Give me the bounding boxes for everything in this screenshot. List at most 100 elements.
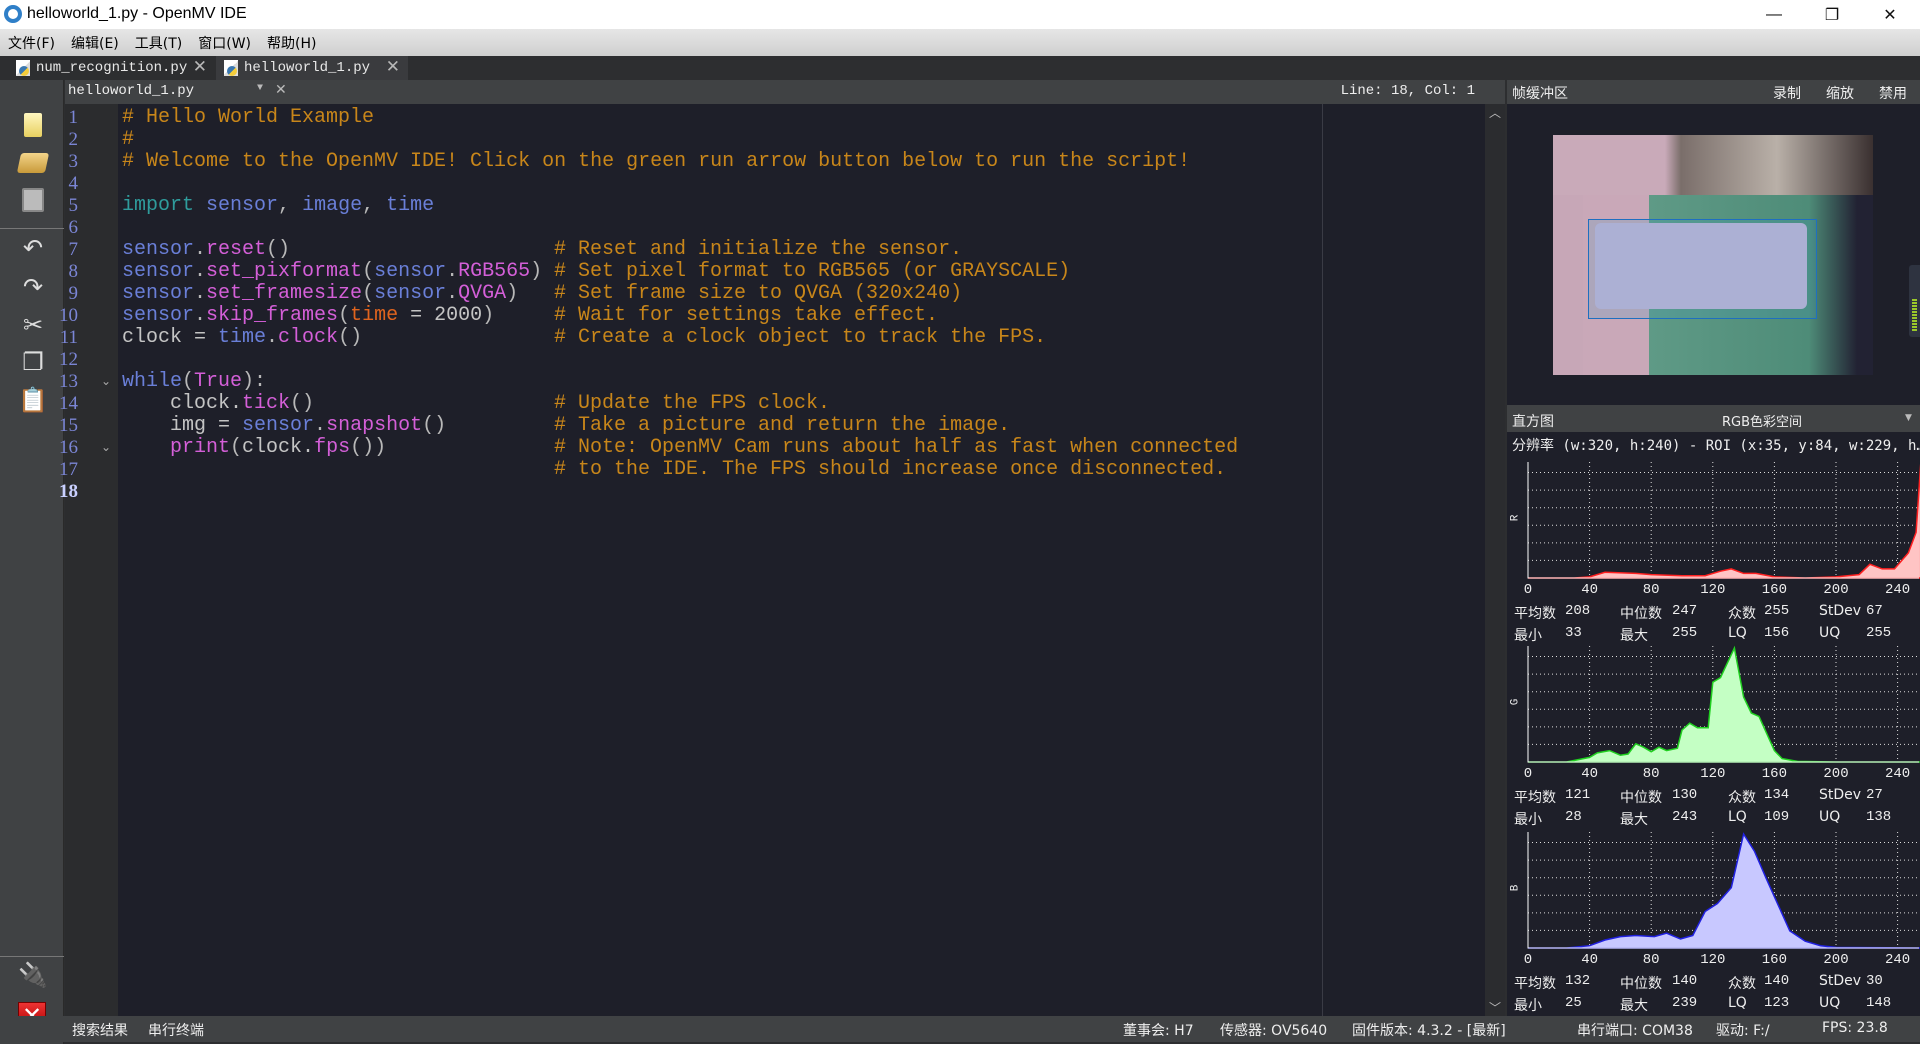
stat-value-stdev: 67 xyxy=(1866,603,1883,619)
new-file-icon[interactable] xyxy=(18,110,48,140)
paste-icon[interactable]: 📋 xyxy=(18,385,48,415)
stat-label-mean: 平均数 xyxy=(1514,790,1556,806)
fold-chevron-icon[interactable]: ⌄ xyxy=(101,440,111,454)
toolbar-divider xyxy=(0,956,64,957)
menu-window[interactable]: 窗口(W) xyxy=(198,33,251,53)
menu-tools[interactable]: 工具(T) xyxy=(135,33,182,53)
code-token: ( xyxy=(362,282,375,305)
open-folder-icon[interactable] xyxy=(16,148,50,178)
serial-terminal-tab[interactable]: 串行终端 xyxy=(148,1020,204,1040)
colorspace-select[interactable]: RGB色彩空间 xyxy=(1722,411,1802,430)
edge-guide-line xyxy=(1322,104,1323,1016)
code-token: fps xyxy=(314,436,351,459)
copy-icon[interactable]: ❐ xyxy=(18,347,48,377)
stat-value-mean: 208 xyxy=(1565,603,1591,619)
histogram-header: 直方图 RGB色彩空间 ▼ xyxy=(1507,408,1920,432)
code-token: sensor xyxy=(122,260,195,283)
stat-label-min: 最小 xyxy=(1514,628,1542,644)
minimize-button[interactable]: — xyxy=(1745,0,1803,29)
close-tab-icon[interactable]: ✕ xyxy=(386,57,400,78)
status-bar: 搜索结果 串行终端 董事会: H7 传感器: OV5640 固件版本: 4.3.… xyxy=(0,1016,1920,1042)
serial-port-status[interactable]: 串行端口: COM38 xyxy=(1577,1020,1693,1040)
code-token: True xyxy=(194,370,243,393)
code-token: # Hello World Example xyxy=(122,106,375,129)
cut-icon[interactable]: ✂ xyxy=(18,310,48,340)
close-button[interactable]: ✕ xyxy=(1861,0,1919,29)
stat-value-min: 25 xyxy=(1565,995,1582,1011)
code-token: sensor xyxy=(122,282,195,305)
drive-status[interactable]: 驱动: F:/ xyxy=(1716,1020,1770,1040)
menu-help[interactable]: 帮助(H) xyxy=(267,33,316,53)
restore-button[interactable]: ❐ xyxy=(1803,0,1861,29)
close-tab-icon[interactable]: ✕ xyxy=(193,57,207,78)
menu-edit[interactable]: 编辑(E) xyxy=(71,33,119,53)
x-tick-label: 0 xyxy=(1523,766,1533,782)
code-token: . xyxy=(194,260,207,283)
stat-label-min: 最小 xyxy=(1514,998,1542,1014)
code-line: img = sensor.snapshot() xyxy=(122,415,446,437)
close-editor-icon[interactable]: ✕ xyxy=(275,82,287,99)
line-number: 8 xyxy=(68,261,79,282)
stat-label-max: 最大 xyxy=(1620,812,1648,828)
stat-label-stdev: StDev xyxy=(1819,787,1862,803)
line-number: 7 xyxy=(68,239,79,260)
code-comment: # Reset and initialize the sensor. xyxy=(554,238,963,261)
histogram-r xyxy=(1527,462,1920,579)
firmware-status[interactable]: 固件版本: 4.3.2 - [最新] xyxy=(1352,1020,1506,1040)
dropdown-arrow-icon[interactable]: ▼ xyxy=(1905,413,1912,423)
save-icon[interactable] xyxy=(18,185,48,215)
code-comment: # Set frame size to QVGA (320x240) xyxy=(554,282,963,305)
x-tick-label: 0 xyxy=(1523,952,1533,968)
line-number: 15 xyxy=(59,415,78,436)
line-number: 11 xyxy=(59,327,78,348)
code-line: # Hello World Example xyxy=(122,107,374,129)
channel-label: R xyxy=(1509,514,1522,522)
code-line: while(True): xyxy=(122,371,266,393)
editor-scrollbar[interactable]: ︿ ﹀ xyxy=(1485,104,1505,1016)
stat-value-min: 33 xyxy=(1565,625,1582,641)
window-title: helloworld_1.py - OpenMV IDE xyxy=(27,5,247,22)
x-tick-label: 40 xyxy=(1581,582,1598,598)
tab-helloworld[interactable]: helloworld_1.py ✕ xyxy=(216,56,408,80)
file-selector[interactable]: helloworld_1.py xyxy=(68,83,194,99)
code-token: ( xyxy=(338,304,351,327)
tab-num-recognition[interactable]: num_recognition.py ✕ xyxy=(8,56,215,80)
disable-button[interactable]: 禁用 xyxy=(1879,83,1907,103)
code-token: ()) xyxy=(350,436,387,459)
board-status: 董事会: H7 xyxy=(1123,1023,1194,1039)
record-button[interactable]: 录制 xyxy=(1773,83,1801,103)
title-bar: helloworld_1.py - OpenMV IDE — ❐ ✕ xyxy=(0,0,1920,29)
stat-value-median: 247 xyxy=(1672,603,1698,619)
x-tick-label: 120 xyxy=(1700,766,1726,782)
code-token: ) xyxy=(482,304,495,327)
x-tick-label: 240 xyxy=(1884,766,1911,782)
stat-value-mode: 140 xyxy=(1764,973,1790,989)
histogram-area-b xyxy=(1528,832,1920,949)
connect-plug-icon[interactable]: 🔌 xyxy=(18,960,48,990)
search-results-tab[interactable]: 搜索结果 xyxy=(72,1020,128,1040)
code-line: # xyxy=(122,129,134,151)
stat-label-max: 最大 xyxy=(1620,628,1648,644)
code-editor[interactable]: # Hello World Example # # Welcome to the O… xyxy=(118,104,1485,1016)
code-token: clock xyxy=(278,326,339,349)
scroll-up-icon[interactable]: ︿ xyxy=(1485,104,1505,121)
stat-value-median: 130 xyxy=(1672,787,1698,803)
code-comment: # Create a clock object to track the FPS… xyxy=(554,326,1047,349)
redo-icon[interactable]: ↷ xyxy=(18,272,48,302)
cursor-position: Line: 18, Col: 1 xyxy=(1340,83,1475,99)
stat-label-uq: UQ xyxy=(1819,995,1841,1011)
x-tick-label: 40 xyxy=(1581,952,1598,968)
code-token: ) xyxy=(530,260,543,283)
resolution-info: 分辨率 (w:320, h:240) - ROI (x:35, y:84, w:… xyxy=(1512,438,1920,454)
framebuffer-title: 帧缓冲区 xyxy=(1512,86,1568,102)
fold-chevron-icon[interactable]: ⌄ xyxy=(101,374,111,388)
code-token: . xyxy=(194,238,207,261)
scroll-down-icon[interactable]: ﹀ xyxy=(1485,999,1505,1016)
code-token: () xyxy=(338,326,363,349)
menu-file[interactable]: 文件(F) xyxy=(8,33,55,53)
dropdown-arrow-icon[interactable]: ▼ xyxy=(257,83,263,94)
undo-icon[interactable]: ↶ xyxy=(18,233,48,263)
zoom-button[interactable]: 缩放 xyxy=(1826,83,1854,103)
code-comment: # Take a picture and return the image. xyxy=(554,414,1011,437)
